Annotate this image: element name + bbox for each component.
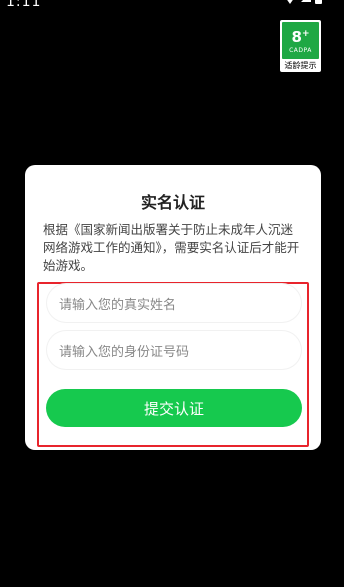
name-input[interactable]: 请输入您的真实姓名 (47, 284, 301, 322)
real-name-auth-dialog: 实名认证 根据《国家新闻出版署关于防止未成年人沉迷网络游戏工作的通知》，需要实名… (25, 165, 321, 450)
wifi-icon (283, 0, 297, 4)
age-rating-panel: 8+ CADPA (282, 22, 319, 59)
dialog-description: 根据《国家新闻出版署关于防止未成年人沉迷网络游戏工作的通知》，需要实名认证后才能… (43, 222, 300, 273)
age-rating-badge: 8+ CADPA 适龄提示 (280, 20, 321, 72)
battery-icon (315, 0, 322, 4)
status-icons (283, 0, 322, 4)
auth-form-highlight: 请输入您的真实姓名 请输入您的身份证号码 提交认证 (37, 282, 309, 447)
age-rating-number: 8 (291, 28, 302, 46)
status-time: 1:11 (6, 0, 42, 10)
age-rating-org: CADPA (289, 47, 312, 54)
submit-auth-button[interactable]: 提交认证 (46, 389, 302, 427)
age-rating-caption: 适龄提示 (284, 61, 317, 70)
dialog-title: 实名认证 (140, 193, 205, 212)
id-number-input[interactable]: 请输入您的身份证号码 (47, 331, 301, 369)
status-bar: 1:11 (0, 0, 344, 12)
signal-icon (301, 0, 311, 2)
age-rating: 8+ (292, 25, 310, 46)
age-rating-plus: + (301, 29, 310, 39)
